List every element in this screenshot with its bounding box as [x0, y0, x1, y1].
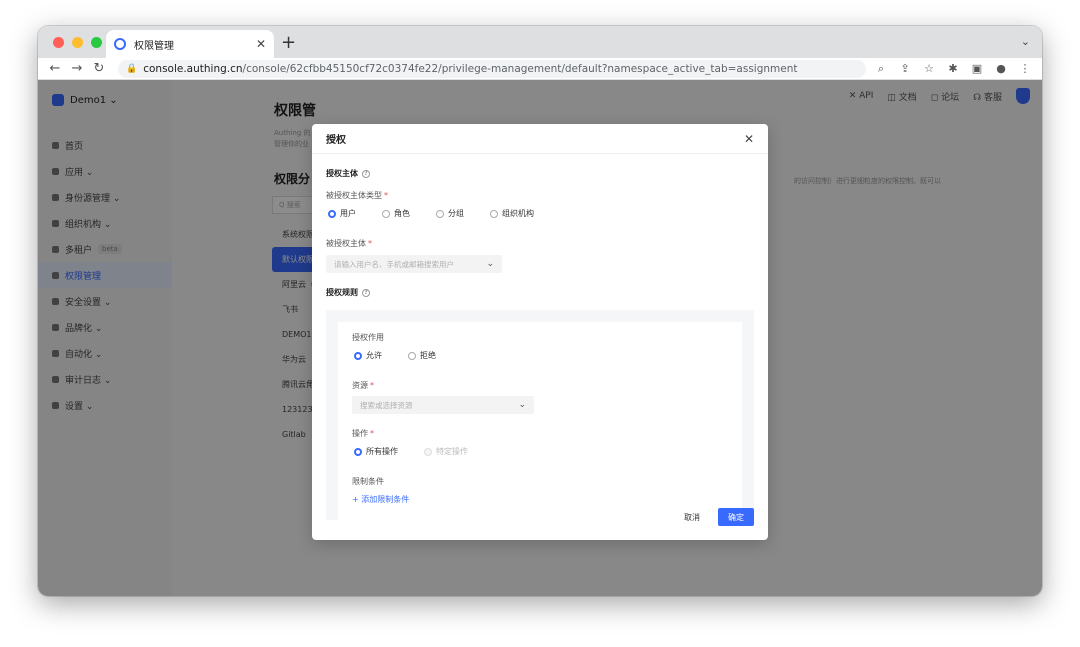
maximize-window-button[interactable] [91, 37, 102, 48]
more-menu-icon[interactable]: ⋮ [1018, 62, 1032, 75]
extensions-icon[interactable]: ✱ [946, 62, 960, 75]
radio-checked-icon [354, 351, 362, 360]
radio-group[interactable]: 分组 [436, 208, 464, 219]
reload-icon[interactable]: ↻ [88, 61, 110, 76]
title-bar: 权限管理 ✕ + ⌄ [38, 26, 1042, 58]
close-icon[interactable]: ✕ [744, 132, 754, 146]
subject-type-radio-group: 用户 角色 分组 组织机构 [328, 208, 534, 219]
radio-label: 用户 [340, 209, 356, 218]
radio-label: 组织机构 [502, 209, 534, 218]
subject-section-label: 授权主体 [326, 169, 358, 178]
profile-avatar-icon[interactable]: ● [994, 62, 1008, 75]
required-mark: * [370, 381, 374, 390]
modal-title: 授权 [326, 135, 346, 146]
browser-window: 权限管理 ✕ + ⌄ ← → ↻ 🔒 console.authing.cn /c… [38, 26, 1042, 596]
rule-box: 授权作用 允许 拒绝 资源 * 搜索或选择资源 ⌄ 操作 * 所有操作 特定操作… [326, 310, 754, 520]
toolbar-icons: ⌕ ⇪ ☆ ✱ ▣ ● ⋮ [874, 62, 1032, 76]
url-path: /console/62cfbb45150cf72c0374fe22/privil… [242, 62, 798, 75]
confirm-button[interactable]: 确定 [718, 508, 754, 526]
subject-section-title: 授权主体 ? [326, 168, 370, 179]
effect-label: 授权作用 [352, 333, 384, 342]
sidebar-icon[interactable]: ▣ [970, 62, 984, 75]
modal-footer: 取消 确定 [674, 508, 754, 526]
radio-allow[interactable]: 允许 [354, 350, 382, 361]
operation-label-text: 操作 [352, 429, 368, 438]
resource-select-placeholder: 搜索或选择资源 [360, 400, 413, 410]
radio-label: 所有操作 [366, 447, 398, 456]
radio-deny[interactable]: 拒绝 [408, 350, 436, 361]
add-condition-button[interactable]: + 添加限制条件 [352, 494, 409, 505]
subject-select-placeholder: 请输入用户名、手机或邮箱搜索用户 [334, 259, 454, 269]
bookmark-star-icon[interactable]: ☆ [922, 62, 936, 75]
radio-unchecked-icon [436, 209, 444, 218]
radio-user[interactable]: 用户 [328, 208, 356, 219]
radio-specific-operations: 特定操作 [424, 446, 468, 457]
radio-label: 角色 [394, 209, 410, 218]
tab-list-chevron-icon[interactable]: ⌄ [1021, 35, 1030, 48]
radio-unchecked-icon [382, 209, 390, 218]
help-icon[interactable]: ? [362, 169, 370, 178]
share-icon[interactable]: ⇪ [898, 62, 912, 75]
radio-label: 拒绝 [420, 351, 436, 360]
close-tab-icon[interactable]: ✕ [256, 37, 266, 51]
effect-radio-group: 允许 拒绝 [354, 350, 436, 361]
subject-select[interactable]: 请输入用户名、手机或邮箱搜索用户 ⌄ [326, 255, 502, 273]
resource-label-text: 资源 [352, 381, 368, 390]
rule-section-label: 授权规则 [326, 288, 358, 297]
radio-checked-icon [328, 209, 336, 218]
radio-all-operations[interactable]: 所有操作 [354, 446, 398, 457]
resource-label: 资源 * [352, 380, 374, 391]
radio-checked-icon [354, 447, 362, 456]
subject-label: 被授权主体 * [326, 238, 372, 249]
radio-label: 分组 [448, 209, 464, 218]
required-mark: * [384, 191, 388, 200]
subject-type-label-text: 被授权主体类型 [326, 191, 382, 200]
operation-radio-group: 所有操作 特定操作 [354, 446, 468, 457]
modal-header: 授权 ✕ [312, 124, 768, 154]
url-bar[interactable]: 🔒 console.authing.cn /console/62cfbb4515… [118, 59, 866, 78]
back-icon[interactable]: ← [44, 61, 66, 76]
resource-select[interactable]: 搜索或选择资源 ⌄ [352, 396, 534, 414]
minimize-window-button[interactable] [72, 37, 83, 48]
new-tab-icon[interactable]: + [281, 32, 296, 53]
radio-label: 特定操作 [436, 447, 468, 456]
required-mark: * [370, 429, 374, 438]
lock-icon: 🔒 [126, 63, 138, 74]
address-toolbar: ← → ↻ 🔒 console.authing.cn /console/62cf… [38, 58, 1042, 80]
browser-tab[interactable]: 权限管理 ✕ [106, 30, 274, 58]
radio-unchecked-icon [408, 351, 416, 360]
chevron-down-icon: ⌄ [486, 259, 494, 269]
conditions-label: 限制条件 [352, 477, 384, 486]
rule-section-title: 授权规则 ? [326, 287, 370, 298]
radio-organization[interactable]: 组织机构 [490, 208, 534, 219]
operation-label: 操作 * [352, 428, 374, 439]
required-mark: * [368, 239, 372, 248]
chevron-down-icon: ⌄ [518, 400, 526, 410]
radio-disabled-icon [424, 447, 432, 456]
close-window-button[interactable] [53, 37, 64, 48]
authing-favicon-icon [114, 38, 126, 50]
radio-role[interactable]: 角色 [382, 208, 410, 219]
forward-icon[interactable]: → [66, 61, 88, 76]
radio-label: 允许 [366, 351, 382, 360]
subject-type-label: 被授权主体类型 * [326, 190, 388, 201]
rule-card: 授权作用 允许 拒绝 资源 * 搜索或选择资源 ⌄ 操作 * 所有操作 特定操作… [338, 322, 742, 520]
cancel-button[interactable]: 取消 [674, 508, 710, 526]
zoom-icon[interactable]: ⌕ [874, 62, 888, 76]
radio-unchecked-icon [490, 209, 498, 218]
help-icon[interactable]: ? [362, 288, 370, 297]
url-host: console.authing.cn [143, 62, 243, 75]
tab-title: 权限管理 [134, 40, 174, 52]
subject-label-text: 被授权主体 [326, 239, 366, 248]
grant-modal: 授权 ✕ 授权主体 ? 被授权主体类型 * 用户 角色 分组 组织机构 被授权主体… [312, 124, 768, 540]
